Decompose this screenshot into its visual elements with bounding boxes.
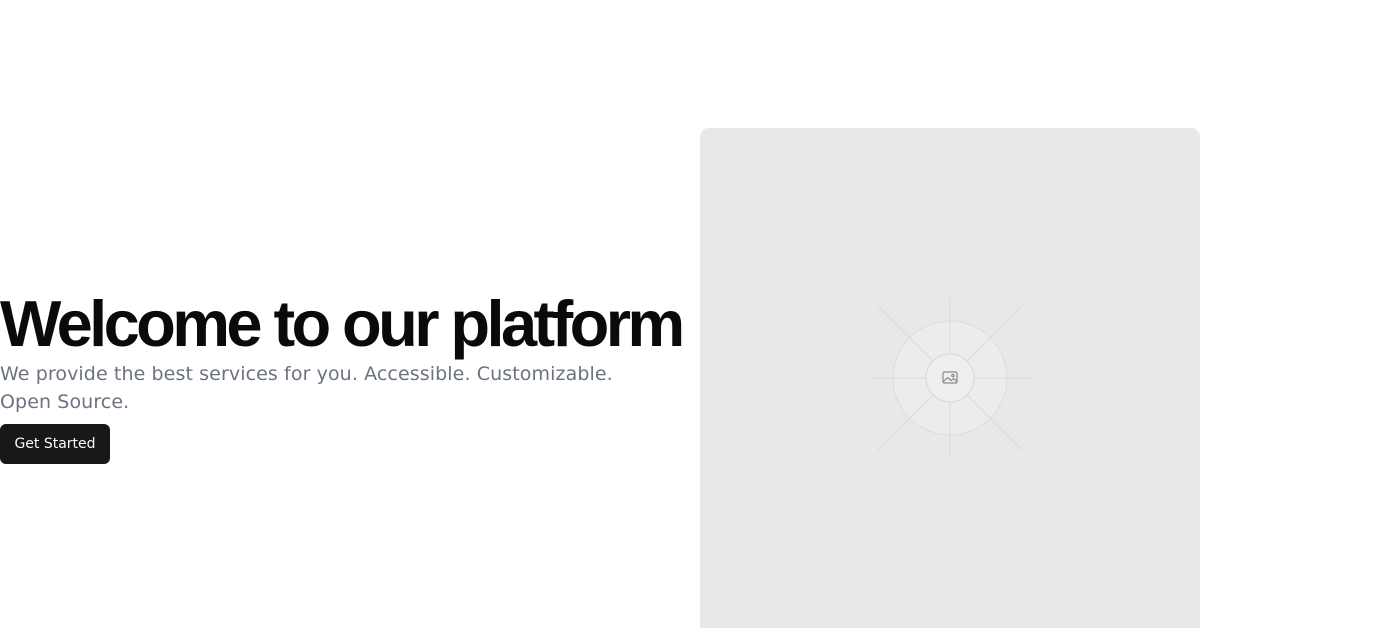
- hero-section: Welcome to our platform We provide the b…: [0, 0, 1376, 628]
- hero-title: Welcome to our platform: [0, 287, 685, 360]
- hero-text-block: Welcome to our platform We provide the b…: [0, 287, 685, 416]
- image-placeholder: [700, 128, 1200, 628]
- hero-subtitle: We provide the best services for you. Ac…: [0, 363, 613, 413]
- image-placeholder-graphic: [870, 298, 1030, 458]
- get-started-button[interactable]: Get Started: [0, 424, 110, 464]
